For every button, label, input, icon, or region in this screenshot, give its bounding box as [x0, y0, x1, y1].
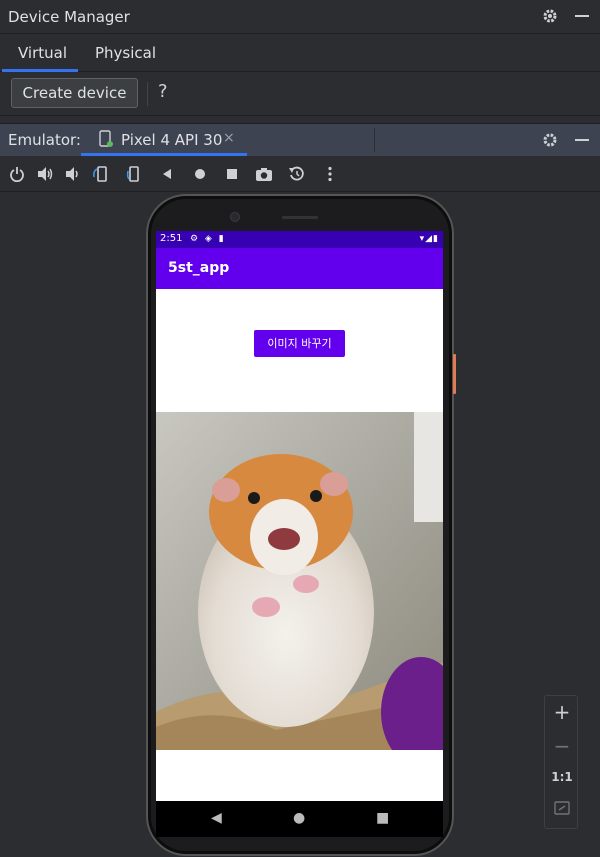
power-icon[interactable] — [7, 164, 27, 184]
device-manager-toolbar: Create device ? — [0, 72, 600, 116]
emulator-tab[interactable]: Pixel 4 API 30 × — [81, 124, 247, 156]
volume-up-icon[interactable] — [35, 164, 55, 184]
status-time: 2:51 — [160, 233, 183, 244]
app-bar: 5st_app — [156, 248, 443, 289]
header-divider — [374, 128, 375, 152]
emulator-toolbar — [0, 156, 600, 192]
fit-screen-icon[interactable] — [545, 800, 579, 820]
help-icon[interactable]: ? — [158, 81, 168, 102]
gear-icon[interactable] — [540, 130, 560, 150]
nav-back-icon[interactable]: ◀ — [211, 810, 222, 826]
rotate-left-icon[interactable] — [91, 164, 111, 184]
screenshot-icon[interactable] — [254, 164, 274, 184]
close-icon[interactable]: × — [223, 130, 235, 146]
camera-icon — [230, 212, 240, 222]
volume-down-icon[interactable] — [62, 164, 82, 184]
speaker-grille — [282, 216, 318, 219]
power-button[interactable] — [453, 354, 456, 394]
phone-screen[interactable]: 2:51 ⚙ ◈ ▮ ▾◢▮ 5st_app 이미지 바꾸기 — [156, 231, 443, 801]
hamster-image — [156, 412, 443, 750]
signal-icons: ▾◢▮ — [419, 234, 439, 244]
tab-virtual[interactable]: Virtual — [2, 34, 78, 72]
minimize-icon[interactable] — [572, 130, 592, 150]
toolbar-divider — [147, 82, 148, 106]
status-bar: 2:51 ⚙ ◈ ▮ ▾◢▮ — [156, 231, 443, 248]
tab-physical[interactable]: Physical — [79, 34, 172, 72]
overview-icon[interactable] — [222, 164, 242, 184]
more-icon[interactable] — [320, 164, 340, 184]
app-title: 5st_app — [168, 260, 230, 276]
emulator-label: Emulator: — [8, 131, 81, 149]
device-manager-header: Device Manager — [0, 0, 600, 34]
back-icon[interactable] — [157, 164, 177, 184]
zoom-actual-size-button[interactable]: 1:1 — [545, 770, 579, 784]
panel-splitter[interactable] — [0, 116, 600, 124]
change-image-button[interactable]: 이미지 바꾸기 — [254, 330, 345, 357]
device-type-tabs: Virtual Physical — [0, 34, 600, 72]
notification-icons: ⚙ ◈ ▮ — [190, 234, 226, 244]
nav-overview-icon[interactable]: ■ — [376, 810, 389, 826]
gear-icon[interactable] — [540, 6, 560, 26]
rotate-right-icon[interactable] — [125, 164, 145, 184]
snapshot-icon[interactable] — [287, 164, 307, 184]
zoom-in-button[interactable]: + — [545, 700, 579, 724]
minimize-icon[interactable] — [572, 6, 592, 26]
phone-icon — [99, 130, 113, 152]
create-device-button[interactable]: Create device — [11, 78, 138, 108]
emulator-header: Emulator: Pixel 4 API 30 × — [0, 124, 600, 156]
device-manager-title: Device Manager — [8, 8, 130, 26]
android-nav-bar: ◀ ● ■ — [156, 801, 443, 837]
zoom-controls: + − 1:1 — [544, 695, 578, 829]
emulator-tab-name: Pixel 4 API 30 — [121, 131, 223, 149]
home-icon[interactable] — [190, 164, 210, 184]
nav-home-icon[interactable]: ● — [293, 810, 305, 826]
zoom-out-button[interactable]: − — [545, 734, 579, 758]
